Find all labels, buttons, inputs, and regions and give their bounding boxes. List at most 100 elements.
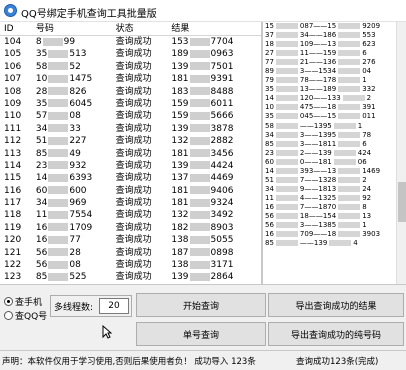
header-result[interactable]: 结果 <box>167 22 261 35</box>
cell-id: 123 <box>4 272 22 283</box>
mosaic-block <box>275 149 298 156</box>
cell-result: 159 5666 <box>171 111 234 122</box>
mosaic-block <box>189 248 210 257</box>
mosaic-block <box>338 32 361 39</box>
mosaic-block <box>275 50 298 57</box>
header-number[interactable]: 号码 <box>32 22 112 35</box>
cell-status: 查询成功 <box>115 222 152 233</box>
mosaic-block <box>338 203 361 210</box>
list-item[interactable]: 85 3——1811 6 <box>263 140 406 149</box>
table-row[interactable]: 107 10 1475 查询成功 181 9391 <box>0 73 261 85</box>
cell-status: 查询成功 <box>115 61 152 72</box>
table-row[interactable]: 118 11 7554 查询成功 132 3492 <box>0 209 261 221</box>
cell-result: 189 0963 <box>171 49 234 60</box>
cell-number: 16 1709 <box>35 222 93 233</box>
table-row[interactable]: 120 16 77 查询成功 138 5055 <box>0 234 261 246</box>
mosaic-block <box>275 32 298 39</box>
cell-status: 查询成功 <box>115 160 152 171</box>
export-numbers-button[interactable]: 导出查询成功的纯号码 <box>268 322 404 346</box>
list-item[interactable]: 37 34——186 553 <box>263 31 406 40</box>
cell-result: 132 3492 <box>171 210 234 221</box>
table-row[interactable]: 109 35 6045 查询成功 159 6011 <box>0 98 261 110</box>
cell-number: 16 77 <box>35 235 81 246</box>
list-item[interactable]: 56 3——1385 1 <box>263 221 406 230</box>
table-row[interactable]: 111 34 33 查询成功 139 3878 <box>0 123 261 135</box>
list-item[interactable]: 14 393——13 1469 <box>263 167 406 176</box>
cell-result: 181 9324 <box>171 198 234 209</box>
table-row[interactable]: 122 56 08 查询成功 138 3171 <box>0 259 261 271</box>
cell-id: 105 <box>4 49 22 60</box>
list-item[interactable]: 35 13——189 332 <box>263 85 406 94</box>
table-row[interactable]: 105 35 513 查询成功 189 0963 <box>0 48 261 60</box>
mosaic-block <box>338 140 361 147</box>
table-row[interactable]: 119 16 1709 查询成功 182 8903 <box>0 222 261 234</box>
list-item[interactable]: 35 045——15 011 <box>263 112 406 121</box>
cell-id: 109 <box>4 98 22 109</box>
cell-number: 11 7554 <box>35 210 93 221</box>
mosaic-block <box>48 99 69 108</box>
table-row[interactable]: 104 8 99 查询成功 153 7704 <box>0 36 261 48</box>
header-status[interactable]: 状态 <box>112 22 168 35</box>
cell-result: 138 3171 <box>171 260 234 271</box>
list-item[interactable]: 16 709——18 3903 <box>263 230 406 239</box>
list-item[interactable]: 58 ——1395 1 <box>263 122 406 131</box>
table-row[interactable]: 123 85 525 查询成功 139 2864 <box>0 271 261 283</box>
list-item[interactable]: 23 2——139 424 <box>263 149 406 158</box>
cell-status: 查询成功 <box>115 148 152 159</box>
list-item[interactable]: 11 4——1325 92 <box>263 194 406 203</box>
table-row[interactable]: 121 56 28 查询成功 187 0898 <box>0 247 261 259</box>
list-item[interactable]: 89 3——1534 04 <box>263 67 406 76</box>
table-row[interactable]: 114 23 932 查询成功 139 4424 <box>0 160 261 172</box>
list-item[interactable]: 77 21——136 276 <box>263 58 406 67</box>
table-row[interactable]: 113 85 49 查询成功 181 3456 <box>0 148 261 160</box>
mosaic-block <box>48 186 69 195</box>
list-item[interactable]: 85 ——139 4 <box>263 239 406 248</box>
scrollbar-thumb[interactable] <box>398 182 406 222</box>
list-item[interactable]: 60 0——181 06 <box>263 158 406 167</box>
export-results-button[interactable]: 导出查询成功的结果 <box>268 293 404 317</box>
radio-qq[interactable]: 查QQ号 <box>4 309 47 322</box>
mosaic-block <box>275 68 298 75</box>
table-row[interactable]: 112 51 227 查询成功 132 2882 <box>0 135 261 147</box>
mosaic-block <box>189 186 210 195</box>
phone-list[interactable]: 15 087——15 9209 37 34——186 553 18 109——13 623 27 1… <box>262 22 406 284</box>
thread-input[interactable] <box>99 298 129 314</box>
list-item[interactable]: 18 109——13 623 <box>263 40 406 49</box>
table-row[interactable]: 115 14 6393 查询成功 137 4469 <box>0 172 261 184</box>
cell-result: 159 6011 <box>171 98 234 109</box>
mosaic-block <box>48 111 69 120</box>
list-item[interactable]: 34 3——1395 78 <box>263 131 406 140</box>
radio-phone[interactable]: 查手机 <box>4 295 42 308</box>
status-right: 查询成功123条(完成) <box>296 357 379 367</box>
radio-dot-checked[interactable] <box>4 297 13 306</box>
table-row[interactable]: 110 57 08 查询成功 159 5666 <box>0 110 261 122</box>
mosaic-block <box>189 223 210 232</box>
table-row[interactable]: 116 60 600 查询成功 181 9406 <box>0 185 261 197</box>
list-item[interactable]: 27 11——159 6 <box>263 49 406 58</box>
table-row[interactable]: 108 28 826 查询成功 183 8488 <box>0 86 261 98</box>
mosaic-block <box>48 136 69 145</box>
header-id[interactable]: ID <box>0 22 32 35</box>
cell-status: 查询成功 <box>115 111 152 122</box>
single-query-button[interactable]: 单号查询 <box>136 322 266 346</box>
cell-id: 115 <box>4 173 22 184</box>
radio-dot-unchecked[interactable] <box>4 311 13 320</box>
result-table[interactable]: ID 号码 状态 结果 104 8 99 查询成功 153 7704 105 35 513 查询成… <box>0 22 262 284</box>
list-item[interactable]: 10 475——18 391 <box>263 103 406 112</box>
list-item[interactable]: 14 120——133 2 <box>263 94 406 103</box>
list-item[interactable]: 56 18——154 13 <box>263 212 406 221</box>
list-item[interactable]: 51 7——1328 2 <box>263 176 406 185</box>
mosaic-block <box>48 235 69 244</box>
mosaic-block <box>48 124 69 133</box>
start-query-button[interactable]: 开始查询 <box>136 293 266 317</box>
mosaic-block <box>338 77 361 84</box>
mosaic-block <box>338 23 361 29</box>
table-row[interactable]: 117 34 969 查询成功 181 9324 <box>0 197 261 209</box>
vertical-scrollbar[interactable] <box>396 22 406 284</box>
table-row[interactable]: 106 58 52 查询成功 139 7501 <box>0 61 261 73</box>
list-item[interactable]: 15 087——15 9209 <box>263 22 406 31</box>
list-item[interactable]: 16 7——1870 8 <box>263 203 406 212</box>
list-item[interactable]: 79 78——178 1 <box>263 76 406 85</box>
list-item[interactable]: 34 9——1813 24 <box>263 185 406 194</box>
cell-number: 58 52 <box>35 61 81 72</box>
